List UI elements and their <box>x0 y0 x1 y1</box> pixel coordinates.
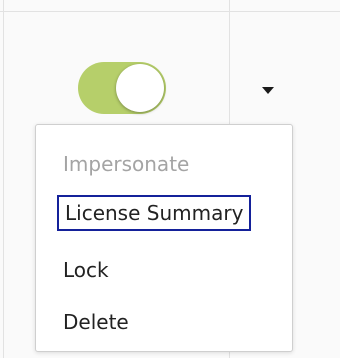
actions-menu: Impersonate License Summary Lock Delete <box>35 124 293 352</box>
menu-item-delete[interactable]: Delete <box>63 310 129 334</box>
menu-item-license-summary[interactable]: License Summary <box>57 195 252 231</box>
actions-dropdown-button[interactable] <box>252 76 286 106</box>
toggle-knob <box>116 64 164 112</box>
table-column-divider <box>3 0 4 358</box>
enabled-toggle[interactable] <box>78 62 166 114</box>
menu-item-impersonate: Impersonate <box>63 152 190 176</box>
caret-down-icon <box>262 87 274 94</box>
table-row-divider <box>0 11 340 12</box>
menu-item-lock[interactable]: Lock <box>63 258 109 282</box>
